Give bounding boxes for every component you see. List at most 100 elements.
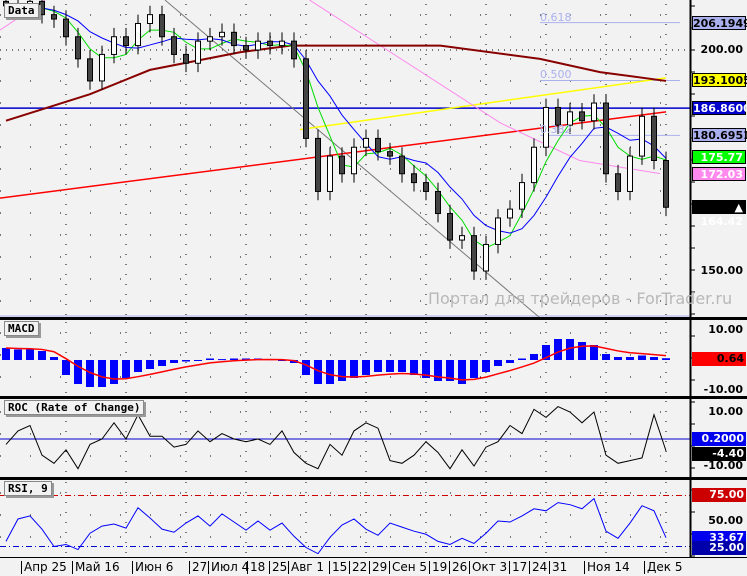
macd-tick-top: 10.00 [708, 323, 743, 336]
macd-histogram-bar [146, 360, 154, 369]
macd-panel-title: MACD [4, 321, 39, 336]
macd-histogram-bar [374, 360, 382, 372]
macd-histogram-bar [578, 342, 586, 360]
candle-body [639, 115, 645, 157]
price-tick-200: 200.00 [700, 43, 743, 56]
macd-histogram-bar [338, 360, 346, 381]
candle-body [87, 58, 93, 82]
macd-histogram-bar [50, 357, 58, 360]
panel-separator [0, 396, 747, 399]
roc-tick-top: 10.00 [708, 405, 743, 418]
roc-panel-title: ROC (Rate of Change) [4, 400, 145, 415]
rsi-level-75-tag: 75.00 [692, 488, 746, 502]
candle-body [591, 102, 597, 122]
roc-last-tag: -4.40 [692, 447, 746, 461]
macd-histogram-bar [302, 360, 310, 375]
macd-histogram-bar [398, 360, 406, 372]
date-label: Дек 5 [644, 561, 682, 574]
macd-histogram-bar [362, 360, 370, 375]
date-label: Сен 5 [389, 561, 427, 574]
panel-separator [0, 317, 747, 320]
candle-body [147, 14, 153, 24]
date-label: 29 [369, 561, 387, 574]
candle-body [231, 31, 237, 47]
candle-body [267, 40, 273, 47]
macd-histogram-bar [122, 360, 130, 378]
candle-body [183, 53, 189, 64]
price-tag: 175.77 [692, 150, 746, 165]
price-tag: 186.8600 [692, 101, 747, 116]
candle-body [507, 208, 513, 219]
price-tag: 172.03 [692, 166, 746, 181]
candle-body [279, 40, 285, 47]
macd-histogram-bar [14, 349, 22, 360]
rsi-tick-50: 50.00 [708, 514, 743, 527]
date-label: 18 [247, 561, 265, 574]
chart-canvas[interactable] [0, 0, 747, 576]
date-label: Окт 3 [469, 561, 507, 574]
macd-histogram-bar [626, 357, 634, 360]
main-panel-title: Data [4, 3, 39, 18]
candle-body [99, 53, 105, 82]
date-label: 15 [329, 561, 347, 574]
macd-histogram-bar [638, 355, 646, 360]
macd-histogram-bar [170, 360, 178, 363]
candle-body [471, 235, 477, 272]
price-tag: ▲ 164.42 [692, 200, 746, 228]
candle-body [615, 173, 621, 192]
macd-histogram-bar [194, 360, 202, 361]
candle-body [63, 18, 69, 38]
candle-body [399, 155, 405, 175]
roc-level-tag: 0.2000 [692, 432, 746, 446]
candle-body [207, 36, 213, 42]
candle-body [387, 151, 393, 157]
date-label: Май 16 [72, 561, 120, 574]
candle-body [447, 213, 453, 241]
candle-body [375, 137, 381, 153]
date-label: Июл 4 [208, 561, 249, 574]
macd-histogram-bar [662, 358, 670, 360]
macd-histogram-bar [650, 357, 658, 360]
macd-histogram-bar [182, 360, 190, 362]
candle-body [39, 0, 45, 16]
candle-body [291, 40, 297, 60]
macd-histogram-bar [482, 360, 490, 372]
date-label: Авг 1 [288, 561, 324, 574]
roc-line [5, 406, 667, 470]
macd-histogram-bar [530, 354, 538, 360]
fib-label: 0.382 [540, 123, 572, 137]
panel-separator [0, 477, 747, 480]
candle-body [663, 160, 669, 208]
macd-histogram-bar [506, 360, 514, 363]
macd-histogram-bar [98, 360, 106, 387]
date-label: 26 [449, 561, 467, 574]
date-label: 17 [509, 561, 527, 574]
date-label: 27 [189, 561, 207, 574]
candle-body [255, 40, 261, 51]
watermark: Портал для трейдеров - ForTrader.ru [428, 289, 733, 308]
date-label: Июн 6 [132, 561, 173, 574]
macd-histogram-bar [74, 360, 82, 384]
yellow-trend-line [299, 77, 667, 131]
macd-histogram-bar [26, 349, 34, 360]
date-label: 25 [269, 561, 287, 574]
candle-body [483, 243, 489, 272]
fib-label: 0.500 [540, 68, 572, 82]
candle-body [651, 115, 657, 162]
macd-histogram-bar [590, 345, 598, 360]
candle-body [75, 36, 81, 60]
candle-body [315, 137, 321, 192]
candle-body [195, 40, 201, 64]
macd-histogram-bar [230, 358, 238, 360]
macd-histogram-bar [602, 354, 610, 360]
macd-histogram-bar [614, 357, 622, 360]
macd-tick-bottom: -10.00 [703, 383, 743, 396]
candle-body [111, 36, 117, 55]
date-label: 31 [549, 561, 567, 574]
candle-body [51, 14, 57, 20]
macd-histogram-bar [518, 358, 526, 360]
macd-histogram-bar [2, 348, 10, 360]
candle-body [495, 217, 501, 245]
date-label: Ноя 14 [584, 561, 630, 574]
trading-chart: Data MACD ROC (Rate of Change) RSI, 9 По… [0, 0, 747, 576]
